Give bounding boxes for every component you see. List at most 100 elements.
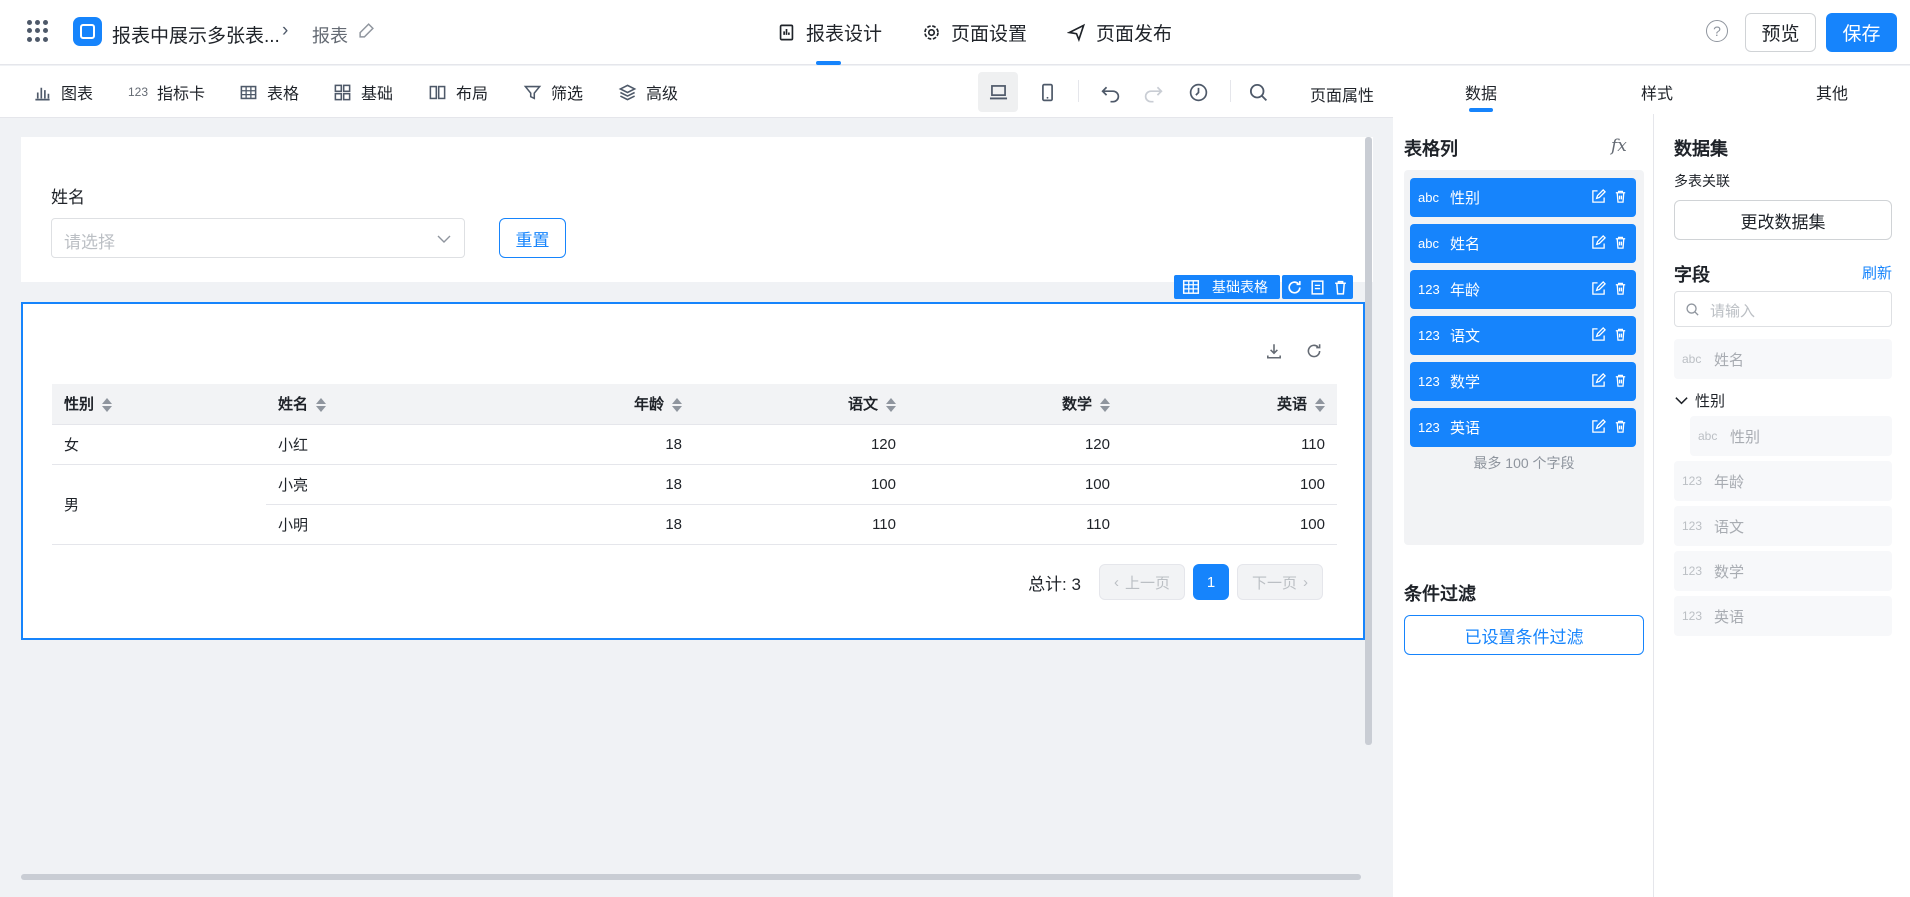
preview-button[interactable]: 预览 (1745, 13, 1816, 52)
edit-icon[interactable] (1591, 327, 1606, 342)
toolbar-item-table[interactable]: 表格 (239, 66, 299, 118)
refresh-icon[interactable] (1286, 279, 1303, 296)
table-icon (1182, 280, 1200, 294)
help-icon[interactable]: ? (1706, 20, 1728, 42)
undo-button[interactable] (1090, 72, 1130, 112)
layout-icon (429, 85, 446, 99)
tab-style[interactable]: 样式 (1641, 80, 1673, 104)
column-item[interactable]: abc 性别 (1410, 178, 1636, 217)
column-header[interactable]: 性别 (52, 384, 266, 425)
sort-icon[interactable] (1315, 397, 1325, 413)
dataset-title: 数据集 (1674, 139, 1728, 159)
download-icon[interactable] (1265, 342, 1283, 360)
column-item[interactable]: 123 语文 (1410, 316, 1636, 355)
edit-icon[interactable] (1591, 235, 1606, 250)
canvas-vertical-scrollbar[interactable] (1365, 137, 1372, 745)
current-page[interactable]: 1 (1192, 564, 1229, 600)
apps-grid-icon[interactable] (27, 20, 49, 42)
formula-icon[interactable]: fx (1611, 136, 1627, 156)
trash-icon[interactable] (1613, 327, 1628, 342)
trash-icon[interactable] (1613, 373, 1628, 388)
trash-icon[interactable] (1613, 189, 1628, 204)
change-dataset-button[interactable]: 更改数据集 (1674, 200, 1892, 240)
canvas-horizontal-scrollbar[interactable] (21, 874, 1361, 880)
trash-icon[interactable] (1613, 235, 1628, 250)
refresh-fields-link[interactable]: 刷新 (1862, 262, 1892, 283)
toolbar-item-layout[interactable]: 布局 (428, 66, 488, 118)
table-cell: 男 (52, 464, 266, 545)
search-icon (1249, 83, 1267, 101)
column-header[interactable]: 英语 (1122, 384, 1337, 425)
table-type-tag[interactable]: 基础表格 (1174, 275, 1280, 299)
edit-icon[interactable] (1591, 189, 1606, 204)
layers-icon (618, 84, 637, 100)
mobile-view-button[interactable] (1027, 72, 1067, 112)
column-header[interactable]: 姓名 (266, 384, 480, 425)
field-item[interactable]: abc 性别 (1690, 416, 1892, 456)
tab-other[interactable]: 其他 (1816, 80, 1848, 104)
toolbar-item-metric-card[interactable]: 123 指标卡 (128, 66, 205, 118)
app-title[interactable]: 报表中展示多张表... (112, 21, 280, 48)
sort-icon[interactable] (1100, 397, 1110, 413)
reset-button[interactable]: 重置 (499, 218, 566, 258)
edit-icon[interactable] (1591, 419, 1606, 434)
sort-icon[interactable] (886, 397, 896, 413)
column-item[interactable]: 123 数学 (1410, 362, 1636, 401)
desktop-view-button[interactable] (978, 72, 1018, 112)
column-header-label: 姓名 (278, 396, 309, 414)
tab-report-design[interactable]: 报表设计 (777, 0, 882, 65)
name-filter-select[interactable]: 请选择 (51, 218, 465, 258)
field-search-input[interactable]: 请输入 (1674, 291, 1892, 327)
save-button[interactable]: 保存 (1826, 13, 1897, 52)
column-name: 性别 (1450, 190, 1481, 207)
table-cell: 100 (1122, 464, 1337, 505)
field-item[interactable]: 123 年龄 (1674, 461, 1892, 501)
column-name: 年龄 (1450, 282, 1481, 299)
column-type: 123 (1418, 420, 1440, 435)
sort-icon[interactable] (316, 397, 327, 413)
condition-filter-button[interactable]: 已设置条件过滤 (1404, 615, 1644, 655)
column-header[interactable]: 年龄 (480, 384, 694, 425)
edit-icon[interactable] (1591, 281, 1606, 296)
trash-icon[interactable] (1613, 419, 1628, 434)
toolbar-item-chart[interactable]: 图表 (33, 66, 93, 118)
field-item[interactable]: 123 语文 (1674, 506, 1892, 546)
tab-data[interactable]: 数据 (1465, 80, 1497, 112)
field-item[interactable]: abc 姓名 (1674, 339, 1892, 379)
toolbar-item-filter[interactable]: 筛选 (523, 66, 583, 118)
page-attributes-button[interactable]: 页面属性 (1310, 82, 1374, 106)
tab-page-publish[interactable]: 页面发布 (1067, 0, 1172, 65)
column-item[interactable]: 123 英语 (1410, 408, 1636, 447)
trash-icon[interactable] (1613, 281, 1628, 296)
trash-icon[interactable] (1332, 279, 1349, 296)
column-item[interactable]: 123 年龄 (1410, 270, 1636, 309)
prev-page-button[interactable]: ‹ 上一页 (1098, 564, 1185, 600)
column-name: 语文 (1450, 328, 1481, 345)
basic-table-widget[interactable]: 性别 姓名 年龄 语文 数学 英语 女 小红 18 120 120 110 男 … (21, 302, 1365, 640)
filter-card[interactable]: 姓名 请选择 重置 (21, 137, 1373, 282)
refresh-icon[interactable] (1305, 342, 1323, 360)
column-item[interactable]: abc 姓名 (1410, 224, 1636, 263)
field-group[interactable]: 性别 (1674, 390, 1725, 411)
column-header[interactable]: 数学 (908, 384, 1122, 425)
tab-page-settings[interactable]: 页面设置 (922, 0, 1027, 65)
table-cell: 100 (1122, 504, 1337, 545)
history-button[interactable] (1178, 72, 1218, 112)
column-header[interactable]: 语文 (694, 384, 908, 425)
field-item[interactable]: 123 数学 (1674, 551, 1892, 591)
redo-button[interactable] (1133, 72, 1173, 112)
copy-icon[interactable] (1309, 279, 1326, 296)
toolbar-item-advanced[interactable]: 高级 (618, 66, 678, 118)
search-button[interactable] (1238, 72, 1278, 112)
tab-label: 页面设置 (951, 24, 1028, 45)
data-table: 性别 姓名 年龄 语文 数学 英语 女 小红 18 120 120 110 男 … (52, 384, 1337, 545)
toolbar-item-label: 筛选 (551, 86, 584, 103)
field-item[interactable]: 123 英语 (1674, 596, 1892, 636)
sort-icon[interactable] (102, 397, 113, 413)
next-page-button[interactable]: 下一页 › (1236, 564, 1323, 600)
edit-icon[interactable] (1591, 373, 1606, 388)
toolbar-item-basic[interactable]: 基础 (333, 66, 393, 118)
sort-icon[interactable] (672, 397, 682, 413)
breadcrumb-item[interactable]: 报表 (312, 22, 348, 48)
edit-icon[interactable] (358, 22, 375, 39)
